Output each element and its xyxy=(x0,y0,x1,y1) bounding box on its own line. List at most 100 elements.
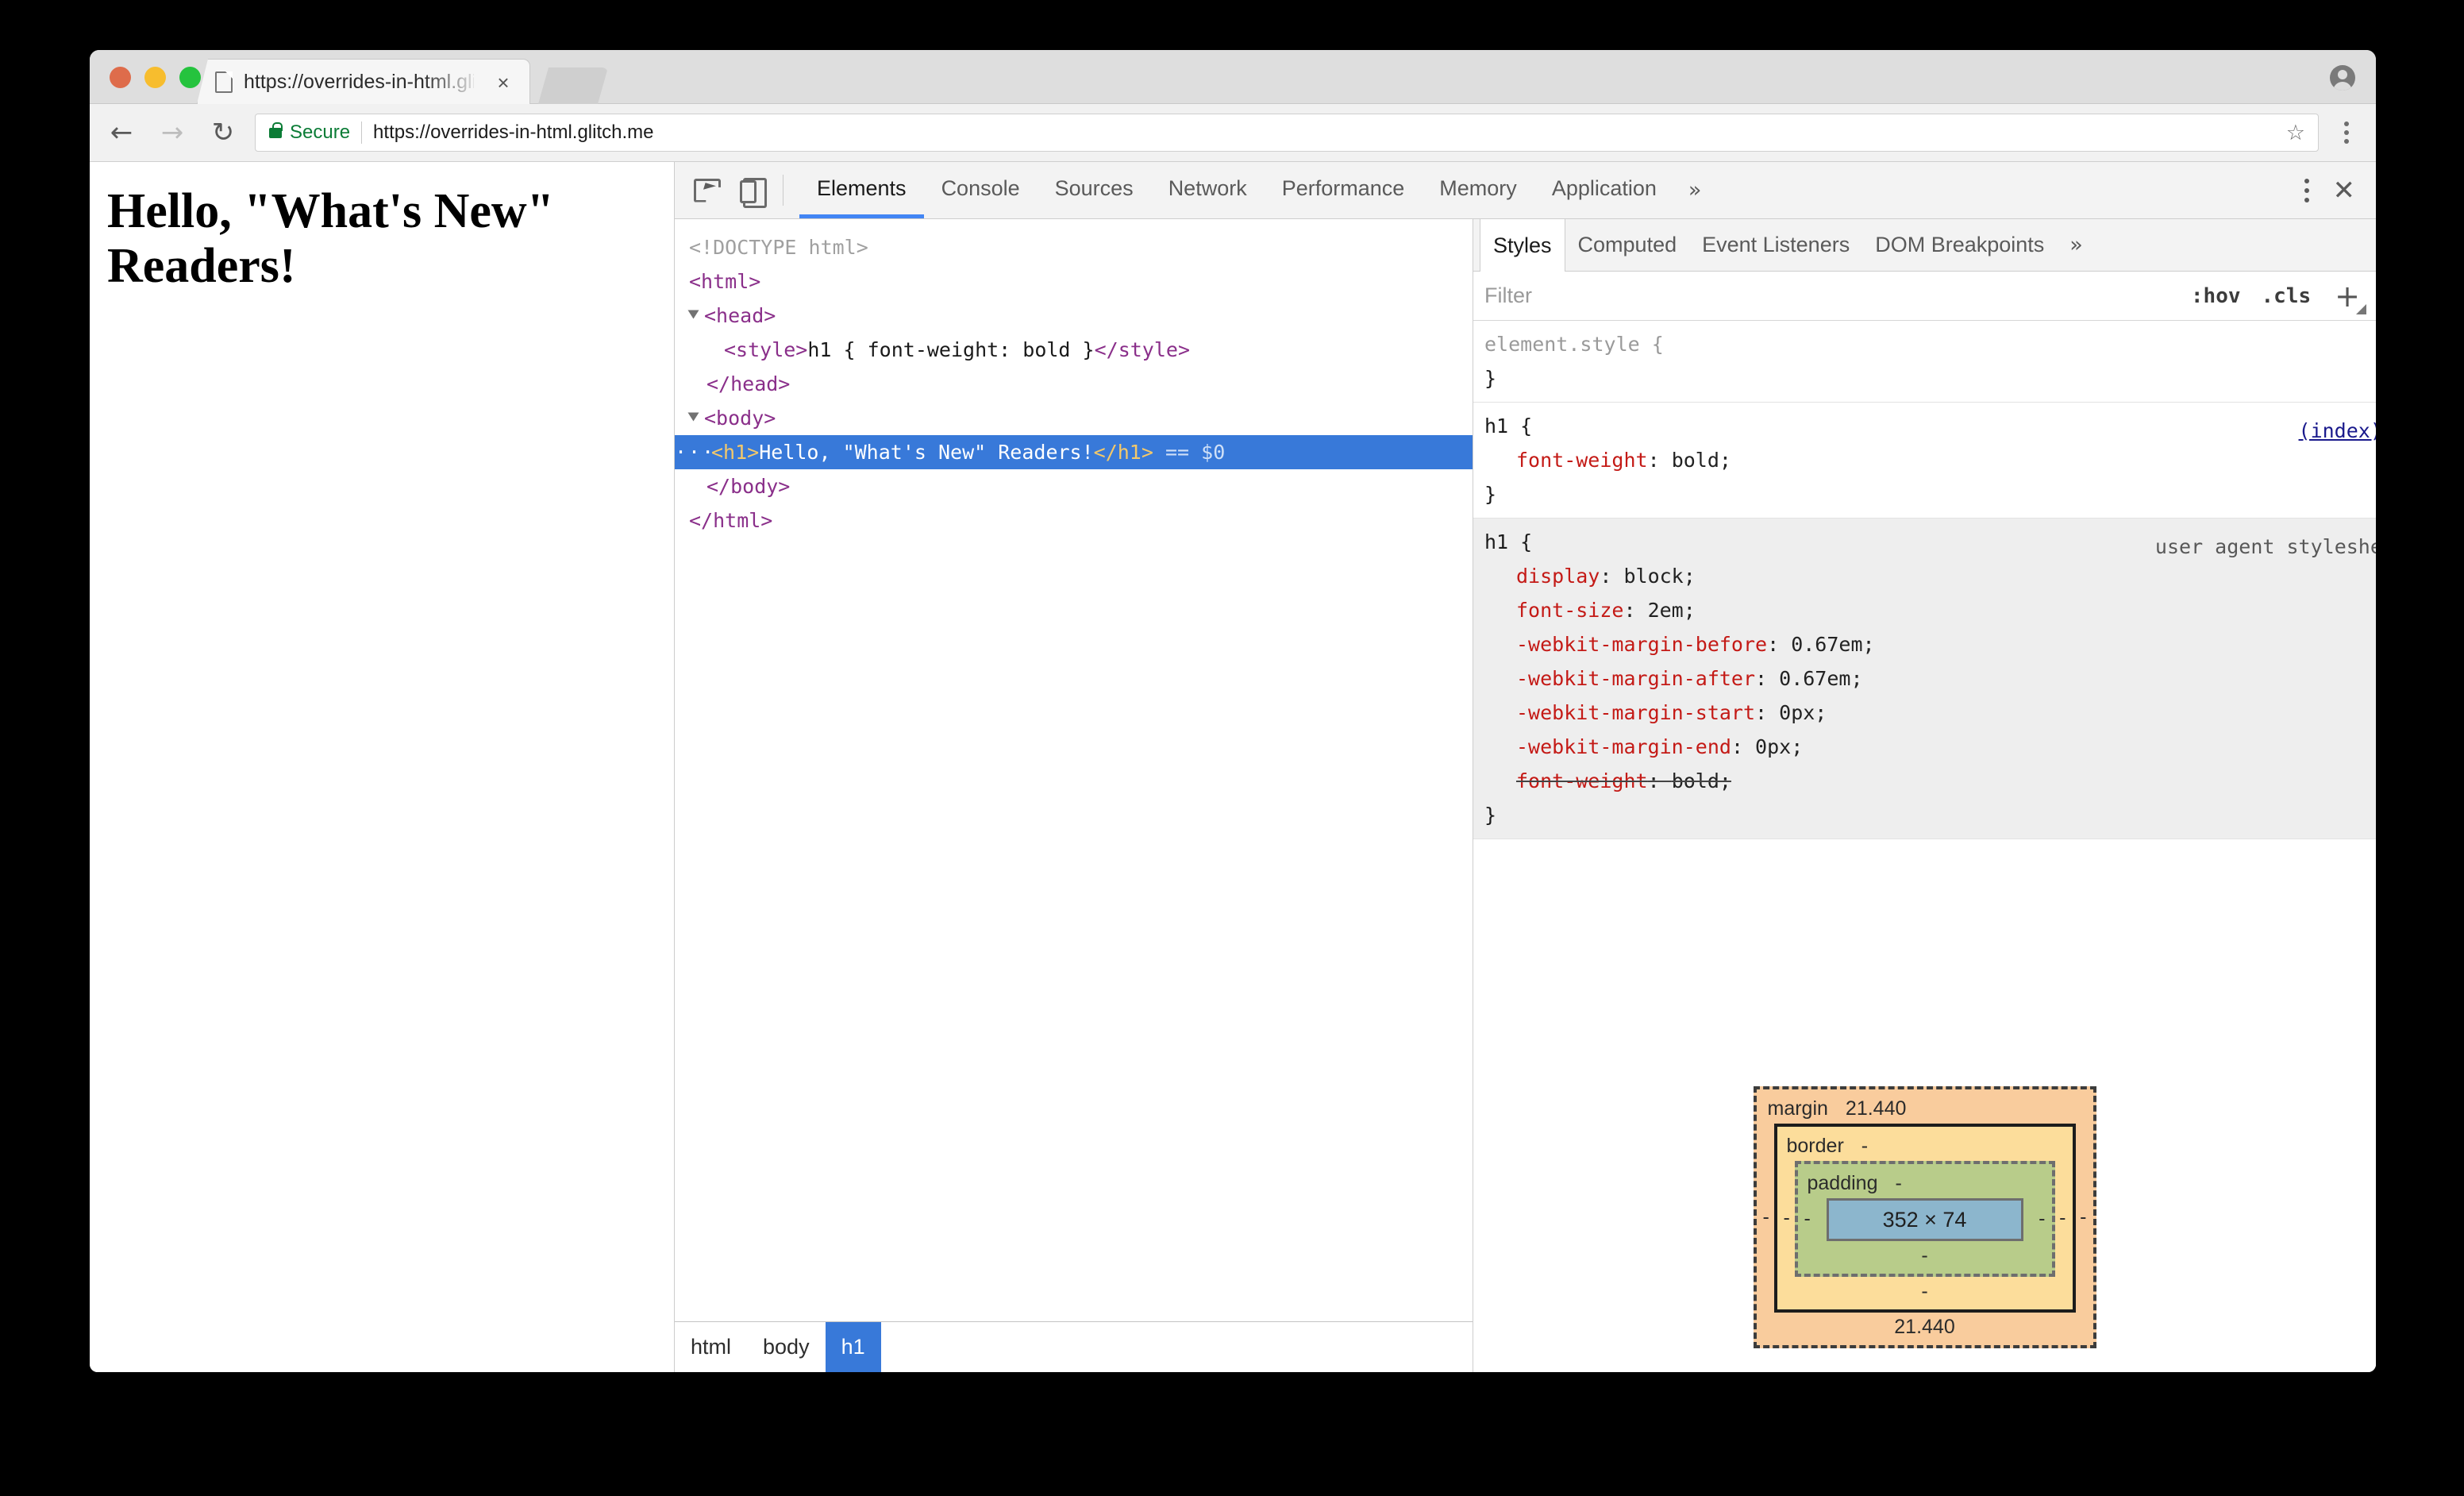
rule-source-label: user agent stylesheet xyxy=(2154,535,2376,558)
property-name[interactable]: -webkit-margin-start xyxy=(1516,701,1755,724)
border-right-value[interactable]: - xyxy=(2059,1207,2066,1230)
tab-application[interactable]: Application xyxy=(1534,162,1674,218)
back-button[interactable]: ← xyxy=(102,114,141,152)
breadcrumb-item-html[interactable]: html xyxy=(675,1322,747,1372)
padding-top-value[interactable]: - xyxy=(1895,1172,1901,1195)
dom-node-html-close[interactable]: </html> xyxy=(675,503,1473,538)
close-icon[interactable]: × xyxy=(493,72,514,93)
cls-button[interactable]: .cls xyxy=(2262,284,2312,308)
property-name[interactable]: -webkit-margin-after xyxy=(1516,667,1755,690)
browser-tab-title: https://overrides-in-html.glitch xyxy=(244,70,474,93)
omnibox[interactable]: Secure https://overrides-in-html.glitch.… xyxy=(255,114,2319,152)
selector-text: element.style { xyxy=(1484,333,1664,356)
margin-right-value[interactable]: - xyxy=(2080,1206,2086,1229)
property-name[interactable]: -webkit-margin-before xyxy=(1516,633,1767,656)
property-name[interactable]: -webkit-margin-end xyxy=(1516,735,1731,758)
chevron-down-icon[interactable] xyxy=(687,310,699,319)
rule-source-link[interactable]: (index):4 xyxy=(2299,414,2376,448)
tab-styles[interactable]: Styles xyxy=(1480,219,1565,272)
dom-tree[interactable]: <!DOCTYPE html> <html> <head> <style>h1 … xyxy=(675,219,1473,1321)
expand-ellipsis[interactable]: ··· xyxy=(675,435,714,469)
css-rule-h1-user-agent[interactable]: h1 { user agent stylesheet display: bloc… xyxy=(1473,519,2376,839)
devtools-panel: Elements Console Sources Network Perform… xyxy=(675,162,2376,1372)
property-name[interactable]: font-size xyxy=(1516,599,1623,622)
property-value[interactable]: 0px; xyxy=(1755,735,1803,758)
property-name[interactable]: font-weight xyxy=(1516,769,1648,792)
css-rule-h1-author[interactable]: h1 { (index):4 font-weight: bold; } xyxy=(1473,403,2376,519)
devtools-tab-list: Elements Console Sources Network Perform… xyxy=(799,162,1715,218)
close-devtools-icon[interactable]: ✕ xyxy=(2328,175,2377,206)
box-model-border[interactable]: border - - - padding - - - 352 × 74 - - xyxy=(1773,1124,2076,1313)
tab-elements[interactable]: Elements xyxy=(799,162,924,218)
avatar[interactable] xyxy=(2330,65,2355,91)
browser-menu-icon[interactable] xyxy=(2330,121,2363,144)
dom-node-h1-selected[interactable]: ···<h1>Hello, "What's New" Readers!</h1>… xyxy=(675,435,1473,469)
css-rule-element-style[interactable]: element.style { } xyxy=(1473,321,2376,403)
box-model-diagram: margin 21.440 - - border - - - padding -… xyxy=(1473,1055,2376,1372)
browser-tab[interactable]: https://overrides-in-html.glitch × xyxy=(197,59,530,104)
dom-node-body-open[interactable]: <body> xyxy=(675,401,1473,435)
property-value[interactable]: 0.67em; xyxy=(1779,667,1862,690)
dom-node-doctype[interactable]: <!DOCTYPE html> xyxy=(675,230,1473,264)
chevron-right-icon[interactable]: » xyxy=(1674,162,1716,218)
tab-sources[interactable]: Sources xyxy=(1038,162,1151,218)
menu-dot xyxy=(2344,121,2349,126)
box-model-margin[interactable]: margin 21.440 - - border - - - padding -… xyxy=(1753,1086,2096,1348)
dom-node-style[interactable]: <style>h1 { font-weight: bold }</style> xyxy=(675,333,1473,367)
page-heading: Hello, "What's New" Readers! xyxy=(107,184,555,294)
padding-bottom-value[interactable]: - xyxy=(1808,1244,2042,1267)
property-name[interactable]: font-weight xyxy=(1516,449,1648,472)
dom-node-html-open[interactable]: <html> xyxy=(675,264,1473,299)
border-top-value[interactable]: - xyxy=(1861,1135,1868,1158)
box-model-padding[interactable]: padding - - - 352 × 74 - xyxy=(1794,1161,2055,1277)
maximize-window-button[interactable] xyxy=(179,67,201,88)
rule-closing-brace: } xyxy=(1484,483,1497,506)
css-declaration: -webkit-margin-before: 0.67em; xyxy=(1516,633,1875,656)
dom-node-body-close[interactable]: </body> xyxy=(675,469,1473,503)
css-rules-list[interactable]: element.style { } h1 { (index):4 font-we… xyxy=(1473,321,2376,1055)
new-tab-button[interactable] xyxy=(538,67,608,104)
border-left-value[interactable]: - xyxy=(1784,1207,1790,1230)
property-value[interactable]: block; xyxy=(1623,565,1695,588)
dom-node-head-close[interactable]: </head> xyxy=(675,367,1473,401)
css-declaration: -webkit-margin-end: 0px; xyxy=(1516,735,1804,758)
property-value[interactable]: 0.67em; xyxy=(1791,633,1874,656)
dom-node-head-open[interactable]: <head> xyxy=(675,299,1473,333)
more-options-icon[interactable] xyxy=(2285,178,2328,202)
tab-performance[interactable]: Performance xyxy=(1265,162,1423,218)
minimize-window-button[interactable] xyxy=(144,67,166,88)
padding-left-value[interactable]: - xyxy=(1804,1208,1811,1231)
inspect-element-button[interactable] xyxy=(684,162,730,218)
rule-selector: element.style { xyxy=(1473,327,2376,361)
hov-button[interactable]: :hov xyxy=(2191,284,2241,308)
property-name[interactable]: display xyxy=(1516,565,1600,588)
chevron-right-icon[interactable]: » xyxy=(2057,219,2096,271)
close-window-button[interactable] xyxy=(110,67,131,88)
css-declaration: font-size: 2em; xyxy=(1516,599,1696,622)
property-value[interactable]: bold; xyxy=(1672,449,1731,472)
property-value[interactable]: bold; xyxy=(1672,769,1731,792)
tab-network[interactable]: Network xyxy=(1151,162,1265,218)
tab-dom-breakpoints[interactable]: DOM Breakpoints xyxy=(1862,219,2057,271)
add-rule-button[interactable]: + xyxy=(2335,281,2366,314)
tab-console[interactable]: Console xyxy=(924,162,1038,218)
filter-input[interactable]: Filter xyxy=(1484,283,2170,308)
reload-button[interactable]: ↻ xyxy=(204,114,242,152)
bookmark-star-icon[interactable]: ☆ xyxy=(2286,122,2305,144)
breadcrumb-item-body[interactable]: body xyxy=(747,1322,826,1372)
border-bottom-value[interactable]: - xyxy=(1787,1280,2063,1303)
margin-left-value[interactable]: - xyxy=(1763,1206,1769,1229)
margin-bottom-value[interactable]: 21.440 xyxy=(1768,1316,2082,1339)
margin-top-value[interactable]: 21.440 xyxy=(1846,1097,1906,1120)
property-value[interactable]: 2em; xyxy=(1648,599,1696,622)
tab-event-listeners[interactable]: Event Listeners xyxy=(1689,219,1862,271)
tab-computed[interactable]: Computed xyxy=(1565,219,1690,271)
box-model-content[interactable]: 352 × 74 xyxy=(1826,1198,2023,1241)
tab-memory[interactable]: Memory xyxy=(1422,162,1534,218)
device-toolbar-button[interactable] xyxy=(730,162,776,218)
property-value[interactable]: 0px; xyxy=(1779,701,1827,724)
chevron-down-icon[interactable] xyxy=(687,412,699,422)
tag-text: <head> xyxy=(704,304,776,327)
padding-right-value[interactable]: - xyxy=(2039,1208,2045,1231)
breadcrumb-item-h1[interactable]: h1 xyxy=(825,1322,881,1372)
